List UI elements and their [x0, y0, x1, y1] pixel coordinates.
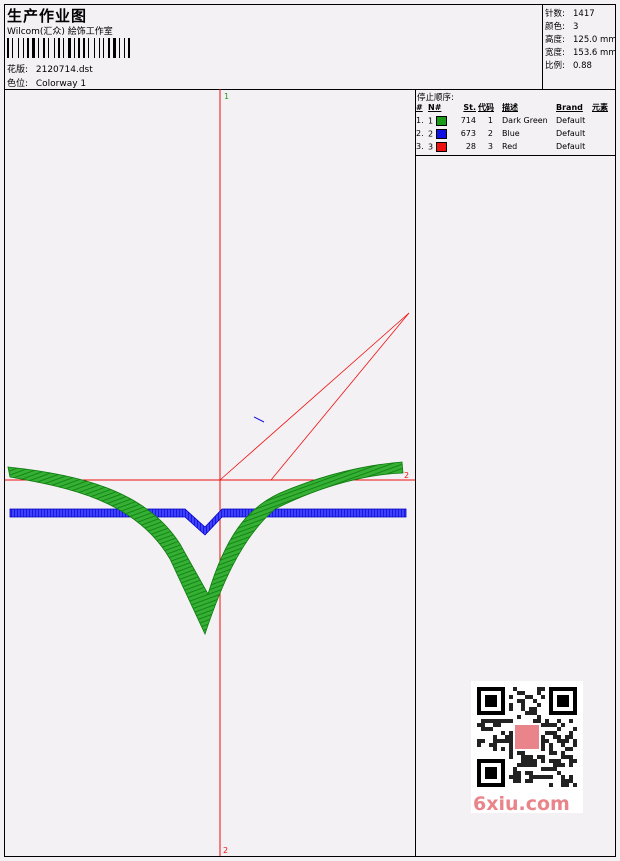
row-index: 2.	[416, 129, 424, 138]
row-index: 3.	[416, 142, 424, 151]
design-preview-canvas: 1 2 2	[5, 89, 416, 856]
axis-bottom-label: 2	[223, 846, 228, 855]
row-brand: Default	[556, 116, 586, 125]
design-stats: 针数: 1417 颜色: 3 高度: 125.0 mm 宽度: 153.6 mm 比例:…	[542, 5, 617, 89]
width-value: 153.6 mm	[573, 48, 617, 58]
color-swatch	[435, 115, 447, 126]
column-header: N#	[428, 103, 442, 112]
axis-top-label: 1	[224, 92, 229, 101]
column-header: 代码	[478, 103, 494, 112]
stitch-count: 针数: 1417	[545, 7, 595, 19]
height-value: 125.0 mm	[573, 35, 617, 45]
row-needle: 1	[428, 116, 434, 125]
design-file-line: 花版: 2120714.dst	[7, 62, 93, 75]
color-swatch	[435, 128, 447, 139]
height-label: 高度:	[545, 35, 565, 45]
green-satin-swoosh	[7, 461, 404, 636]
colorway-label: 色位:	[7, 79, 29, 89]
row-needle: 2	[428, 129, 434, 138]
row-code: 2	[487, 129, 493, 138]
row-needle: 3	[428, 142, 434, 151]
scale-value: 0.88	[573, 61, 592, 71]
width-label: 宽度:	[545, 48, 565, 58]
row-element	[591, 127, 615, 140]
stitch-count-value: 1417	[573, 9, 595, 19]
row-brand: Default	[556, 142, 586, 151]
color-swatch	[435, 141, 447, 152]
design-height: 高度: 125.0 mm	[545, 33, 617, 45]
scale-label: 比例:	[545, 61, 565, 71]
red-jump-line-2	[270, 312, 410, 481]
axis-right-label: 2	[404, 471, 409, 480]
row-description: Dark Green	[502, 116, 548, 125]
color-count-label: 颜色:	[545, 22, 565, 32]
qr-code-graphic	[477, 687, 577, 787]
stop-sequence-header-row: # N# St. 代码 描述 Brand 元素	[415, 101, 615, 114]
worksheet-header: 生产作业图 Wilcom(汇众) 絵饰工作室 花版: 2120714.dst 色…	[5, 5, 617, 90]
design-file-name: 2120714.dst	[35, 65, 93, 75]
blue-jump-mark	[253, 416, 265, 423]
stitch-count-label: 针数:	[545, 9, 565, 19]
red-jump-line-1	[219, 312, 410, 481]
row-stitches: 714	[460, 116, 476, 125]
company-name: Wilcom(汇众) 絵饰工作室	[7, 27, 113, 37]
column-header: 元素	[592, 103, 608, 112]
row-index: 1.	[416, 116, 424, 125]
colorway-name: Colorway 1	[35, 79, 87, 89]
row-element	[591, 140, 615, 153]
column-header: 描述	[502, 103, 518, 112]
column-header: St.	[463, 103, 476, 112]
stop-sequence-row: 2. 2 673 2 Blue Default	[415, 127, 615, 140]
row-element	[591, 114, 615, 127]
row-code: 3	[487, 142, 493, 151]
design-label: 花版:	[7, 65, 29, 75]
design-scale: 比例: 0.88	[545, 59, 592, 71]
column-header: Brand	[556, 103, 583, 112]
stop-sequence-table: # N# St. 代码 描述 Brand 元素 1. 1 714 1 Dark Gre…	[415, 101, 615, 153]
row-brand: Default	[556, 129, 586, 138]
row-description: Red	[502, 142, 518, 151]
column-header: #	[416, 103, 423, 112]
production-worksheet: 生产作业图 Wilcom(汇众) 絵饰工作室 花版: 2120714.dst 色…	[4, 4, 617, 857]
row-stitches: 673	[460, 129, 476, 138]
barcode	[7, 38, 147, 58]
row-stitches: 28	[465, 142, 476, 151]
color-count: 颜色: 3	[545, 20, 578, 32]
stop-sequence-row: 1. 1 714 1 Dark Green Default	[415, 114, 615, 127]
row-code: 1	[487, 116, 493, 125]
row-description: Blue	[502, 129, 520, 138]
stop-sequence-box: 停止顺序: # N# St. 代码 描述 Brand 元素 1. 1 714 1 Da…	[415, 89, 615, 156]
design-preview-svg: 1 2 2	[5, 89, 415, 856]
blue-satin-band	[9, 508, 407, 536]
watermark-site: 6xiu.com	[473, 793, 570, 815]
color-count-value: 3	[573, 22, 579, 32]
design-width: 宽度: 153.6 mm	[545, 46, 617, 58]
stop-sequence-row: 3. 3 28 3 Red Default	[415, 140, 615, 153]
worksheet-title: 生产作业图	[7, 7, 88, 25]
colorway-line: 色位: Colorway 1	[7, 76, 86, 89]
